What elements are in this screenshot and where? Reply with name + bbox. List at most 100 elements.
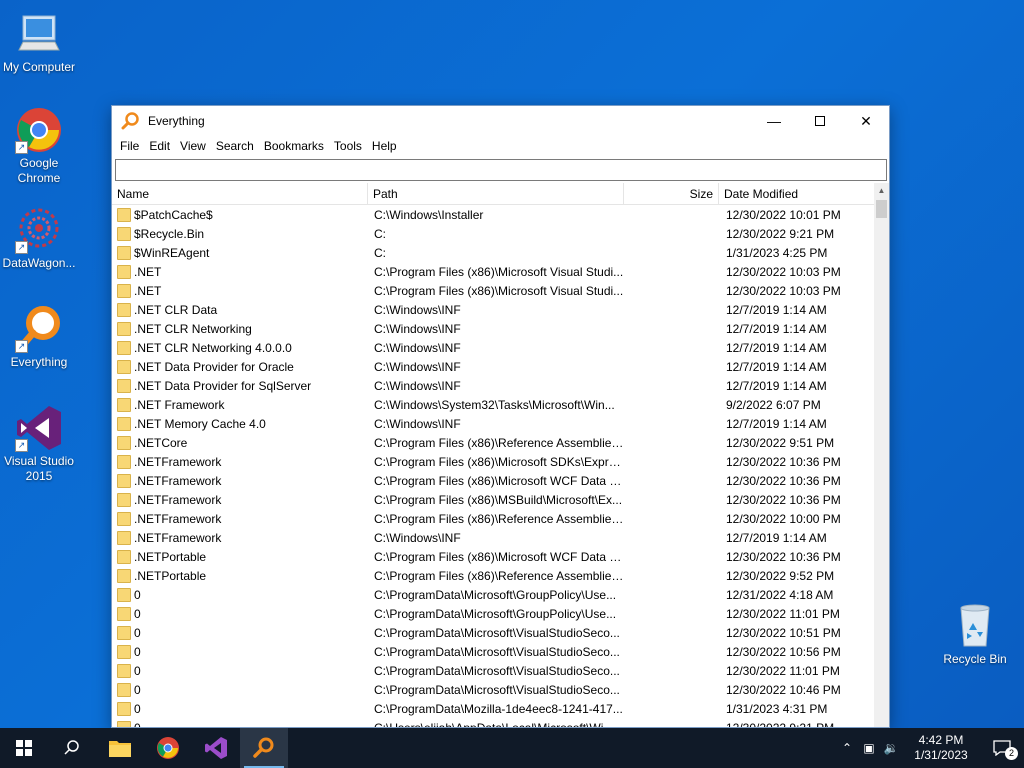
row-date-modified: 12/7/2019 1:14 AM xyxy=(726,378,827,393)
column-header-path[interactable]: Path xyxy=(368,183,624,204)
row-name-cell: .NETFramework xyxy=(112,454,368,469)
row-date-modified: 12/7/2019 1:14 AM xyxy=(726,416,827,431)
table-row[interactable]: .NETFramework C:\Program Files (x86)\Micr… xyxy=(112,471,874,490)
desktop-icon-label: Google Chrome xyxy=(17,156,61,185)
action-center-button[interactable]: 2 xyxy=(980,728,1024,768)
table-row[interactable]: 0 C:\ProgramData\Microsoft\GroupPolicy\Us… xyxy=(112,604,874,623)
system-tray: ⌃ ▣ 🔉 4:42 PM 1/31/2023 2 xyxy=(836,728,1024,768)
folder-icon xyxy=(117,568,131,583)
menu-tools[interactable]: Tools xyxy=(329,139,367,153)
folder-icon xyxy=(117,606,131,621)
close-button[interactable]: ✕ xyxy=(843,106,889,136)
menu-bar: File Edit View Search Bookmarks Tools He… xyxy=(112,136,889,156)
menu-bookmarks[interactable]: Bookmarks xyxy=(259,139,329,153)
table-row[interactable]: $PatchCache$ C:\Windows\Installer 12/30/20… xyxy=(112,205,874,224)
taskbar-search-button[interactable] xyxy=(48,728,96,768)
row-name-cell: .NET Data Provider for SqlServer xyxy=(112,378,368,393)
table-row[interactable]: 0 C:\ProgramData\Microsoft\VisualStudioSe… xyxy=(112,623,874,642)
desktop-icon-everything[interactable]: ↗ Everything xyxy=(1,305,77,370)
network-icon[interactable]: ▣ xyxy=(858,741,880,755)
taskbar: ⌃ ▣ 🔉 4:42 PM 1/31/2023 2 xyxy=(0,728,1024,768)
table-row[interactable]: .NETFramework C:\Program Files (x86)\Micr… xyxy=(112,452,874,471)
recycle-bin-icon xyxy=(951,602,999,650)
start-button[interactable] xyxy=(0,728,48,768)
folder-icon xyxy=(117,492,131,507)
table-row[interactable]: $Recycle.Bin C: 12/30/2022 9:21 PM xyxy=(112,224,874,243)
column-header-name[interactable]: Name xyxy=(112,183,368,204)
desktop-icon-my-computer[interactable]: My Computer xyxy=(1,10,77,75)
menu-help[interactable]: Help xyxy=(367,139,402,153)
table-row[interactable]: .NETFramework C:\Program Files (x86)\Refe… xyxy=(112,509,874,528)
title-bar[interactable]: Everything — ✕ xyxy=(112,106,889,136)
column-header-date-modified[interactable]: Date Modified xyxy=(719,183,874,204)
row-path: C:\Program Files (x86)\Microsoft Visual … xyxy=(374,264,624,279)
row-path: C:\Windows\INF xyxy=(374,340,461,355)
row-path: C:\Program Files (x86)\Reference Assembl… xyxy=(374,568,624,583)
table-row[interactable]: $WinREAgent C: 1/31/2023 4:25 PM xyxy=(112,243,874,262)
taskbar-visual-studio[interactable] xyxy=(192,728,240,768)
menu-view[interactable]: View xyxy=(175,139,211,153)
column-header-size[interactable]: Size xyxy=(624,183,719,204)
row-name-cell: .NET Data Provider for Oracle xyxy=(112,359,368,374)
row-name-cell: .NET xyxy=(112,264,368,279)
row-path: C:\Windows\INF xyxy=(374,321,461,336)
table-row[interactable]: .NET CLR Networking C:\Windows\INF 12/7/20… xyxy=(112,319,874,338)
scroll-up-icon[interactable]: ▲ xyxy=(874,183,889,198)
menu-edit[interactable]: Edit xyxy=(144,139,175,153)
row-name-cell: 0 xyxy=(112,720,368,727)
volume-icon[interactable]: 🔉 xyxy=(880,741,902,755)
row-date-modified: 12/30/2022 10:46 PM xyxy=(726,682,841,697)
table-row[interactable]: .NETFramework C:\Windows\INF 12/7/2019 1:1… xyxy=(112,528,874,547)
everything-window: Everything — ✕ File Edit View Search Boo… xyxy=(111,105,890,728)
table-row[interactable]: .NET Memory Cache 4.0 C:\Windows\INF 12/7/… xyxy=(112,414,874,433)
table-row[interactable]: 0 C:\ProgramData\Mozilla-1de4eec8-1241-41… xyxy=(112,699,874,718)
maximize-button[interactable] xyxy=(797,106,843,136)
desktop-icon-datawagon[interactable]: ↗ DataWagon... xyxy=(1,206,77,271)
folder-icon xyxy=(117,245,131,260)
table-row[interactable]: .NETFramework C:\Program Files (x86)\MSBu… xyxy=(112,490,874,509)
table-row[interactable]: .NET CLR Data C:\Windows\INF 12/7/2019 1:1… xyxy=(112,300,874,319)
table-row[interactable]: .NETCore C:\Program Files (x86)\Reference… xyxy=(112,433,874,452)
folder-icon xyxy=(117,511,131,526)
taskbar-chrome[interactable] xyxy=(144,728,192,768)
table-row[interactable]: 0 C:\ProgramData\Microsoft\VisualStudioSe… xyxy=(112,680,874,699)
minimize-button[interactable]: — xyxy=(751,106,797,136)
table-row[interactable]: .NET C:\Program Files (x86)\Microsoft Vis… xyxy=(112,262,874,281)
table-row[interactable]: 0 C:\ProgramData\Microsoft\VisualStudioSe… xyxy=(112,642,874,661)
desktop-icon-recycle-bin[interactable]: Recycle Bin xyxy=(937,602,1013,667)
table-row[interactable]: .NET C:\Program Files (x86)\Microsoft Vis… xyxy=(112,281,874,300)
row-name: 0 xyxy=(134,606,141,621)
menu-search[interactable]: Search xyxy=(211,139,259,153)
row-date-modified: 12/30/2022 9:21 PM xyxy=(726,226,835,241)
table-row[interactable]: .NET CLR Networking 4.0.0.0 C:\Windows\IN… xyxy=(112,338,874,357)
row-path: C:\Program Files (x86)\Microsoft WCF Dat… xyxy=(374,549,624,564)
table-row[interactable]: 0 C:\ProgramData\Microsoft\GroupPolicy\Us… xyxy=(112,585,874,604)
table-row[interactable]: 0 C:\Users\elijah\AppData\Local\Microsoft… xyxy=(112,718,874,727)
desktop-icon-label: Recycle Bin xyxy=(943,652,1007,666)
row-date-modified: 12/7/2019 1:14 AM xyxy=(726,359,827,374)
table-row[interactable]: .NETPortable C:\Program Files (x86)\Refer… xyxy=(112,566,874,585)
menu-file[interactable]: File xyxy=(115,139,144,153)
row-name: $Recycle.Bin xyxy=(134,226,205,241)
row-name: 0 xyxy=(134,587,141,602)
desktop-icon-google-chrome[interactable]: ↗ Google Chrome xyxy=(1,106,77,186)
show-hidden-icons-chevron-icon[interactable]: ⌃ xyxy=(836,741,858,755)
table-row[interactable]: .NET Data Provider for SqlServer C:\Windo… xyxy=(112,376,874,395)
table-row[interactable]: .NET Framework C:\Windows\System32\Tasks\… xyxy=(112,395,874,414)
taskbar-everything[interactable] xyxy=(240,728,288,768)
row-name-cell: .NETFramework xyxy=(112,492,368,507)
table-row[interactable]: .NETPortable C:\Program Files (x86)\Micro… xyxy=(112,547,874,566)
row-name-cell: .NETPortable xyxy=(112,549,368,564)
scrollbar-thumb[interactable] xyxy=(876,200,887,218)
search-input[interactable] xyxy=(115,159,887,181)
window-title: Everything xyxy=(148,114,205,128)
row-name-cell: $WinREAgent xyxy=(112,245,368,260)
clock[interactable]: 4:42 PM 1/31/2023 xyxy=(902,733,980,763)
row-name-cell: 0 xyxy=(112,625,368,640)
row-name: 0 xyxy=(134,625,141,640)
vertical-scrollbar[interactable]: ▲ xyxy=(874,183,889,727)
taskbar-file-explorer[interactable] xyxy=(96,728,144,768)
table-row[interactable]: .NET Data Provider for Oracle C:\Windows\… xyxy=(112,357,874,376)
table-row[interactable]: 0 C:\ProgramData\Microsoft\VisualStudioSe… xyxy=(112,661,874,680)
desktop-icon-visual-studio[interactable]: ↗ Visual Studio 2015 xyxy=(1,404,77,484)
